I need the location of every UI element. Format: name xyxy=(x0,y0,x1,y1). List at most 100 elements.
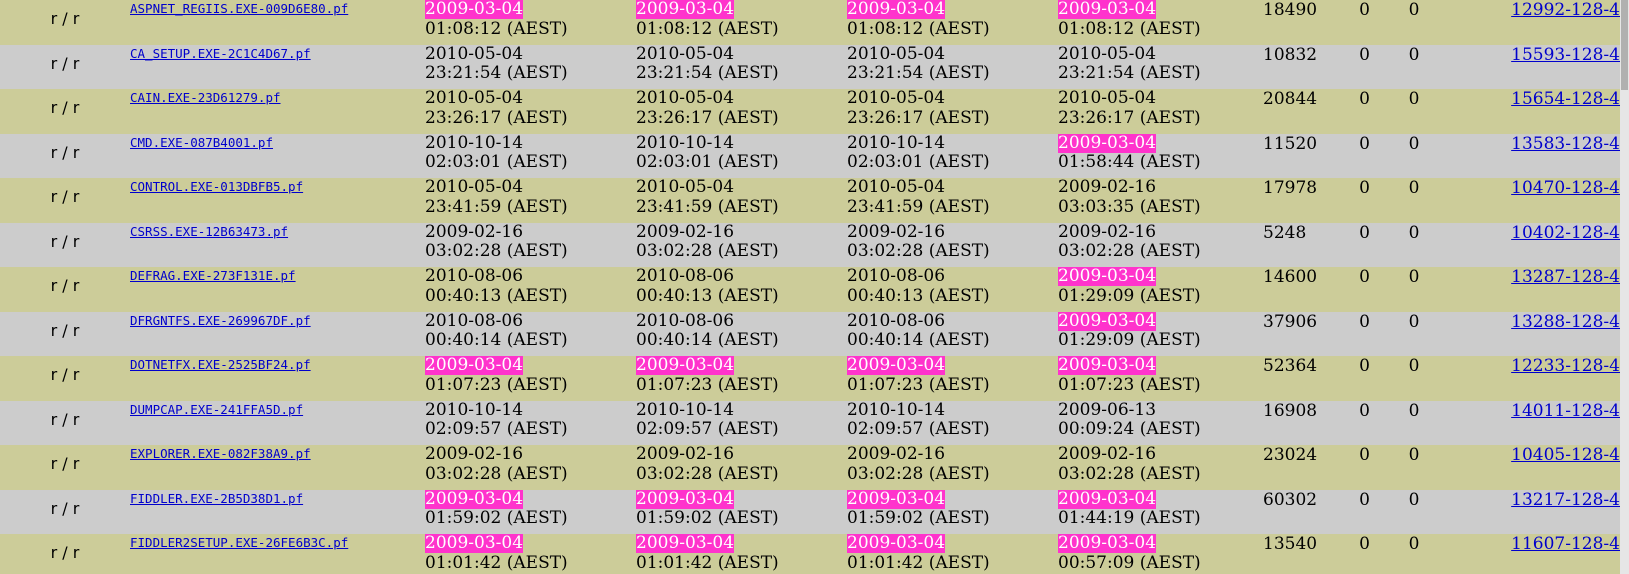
file-name-link[interactable]: DFRGNTFS.EXE-269967DF.pf xyxy=(130,313,311,328)
meta-link[interactable]: 13287-128-4 xyxy=(1511,267,1620,287)
file-name-link[interactable]: CONTROL.EXE-013DBFB5.pf xyxy=(130,179,303,194)
file-name-link[interactable]: DOTNETFX.EXE-2525BF24.pf xyxy=(130,357,311,372)
file-size-cell: 18490 xyxy=(1263,0,1318,20)
timestamp-date: 2010-05-04 xyxy=(1058,44,1157,64)
timestamp-date: 2009-06-13 xyxy=(1058,400,1157,420)
accessed-time-cell: 2009-02-16 03:02:28 (AEST) xyxy=(636,445,847,490)
file-type-cell: r / r xyxy=(50,53,80,73)
timestamp-time: 02:03:01 (AEST) xyxy=(636,152,779,172)
meta-link[interactable]: 13217-128-4 xyxy=(1511,490,1620,510)
timestamp-date: 2009-02-16 xyxy=(425,222,524,242)
timestamp-time: 01:44:19 (AEST) xyxy=(1058,508,1201,528)
timestamp-time: 01:59:02 (AEST) xyxy=(425,508,568,528)
changed-time-cell: 2009-02-16 03:02:28 (AEST) xyxy=(847,445,1058,490)
timestamp-time: 00:40:13 (AEST) xyxy=(425,285,568,306)
created-time-cell: 2009-03-04 01:08:12 (AEST) xyxy=(1058,0,1263,45)
changed-time-cell: 2010-05-04 23:26:17 (AEST) xyxy=(847,89,1058,134)
timestamp-date: 2010-10-14 xyxy=(425,400,524,420)
meta-link[interactable]: 10470-128-4 xyxy=(1511,178,1620,198)
file-size-cell: 5248 xyxy=(1263,222,1307,243)
timestamp-date: 2010-08-06 xyxy=(425,311,524,331)
meta-cell: 12233-128-4 xyxy=(1442,356,1620,401)
accessed-time-cell: 2009-03-04 01:59:02 (AEST) xyxy=(636,489,847,535)
table-row: r / r FIDDLER2SETUP.EXE-26FE6B3C.pf 2009-0… xyxy=(0,534,1620,574)
written-time-cell: 2009-03-04 01:01:42 (AEST) xyxy=(425,534,636,574)
timestamp-time: 02:03:01 (AEST) xyxy=(847,152,990,172)
timestamp-time: 23:41:59 (AEST) xyxy=(636,196,779,217)
uid-cell: 0 xyxy=(1359,534,1370,554)
file-name-link[interactable]: FIDDLER2SETUP.EXE-26FE6B3C.pf xyxy=(130,535,348,550)
timestamp-time: 01:01:42 (AEST) xyxy=(847,552,990,573)
written-time-cell: 2010-08-06 00:40:13 (AEST) xyxy=(425,267,636,312)
timestamp-time: 03:02:28 (AEST) xyxy=(1058,463,1201,484)
timestamp-date: 2010-10-14 xyxy=(636,133,735,153)
timestamp-time: 00:57:09 (AEST) xyxy=(1058,552,1201,573)
file-type-cell: r / r xyxy=(50,98,80,117)
file-name-cell: DOTNETFX.EXE-2525BF24.pf xyxy=(130,356,425,401)
uid-cell: 0 xyxy=(1359,133,1370,154)
file-name-link[interactable]: DUMPCAP.EXE-241FFA5D.pf xyxy=(130,402,303,417)
gid-cell: 0 xyxy=(1408,267,1420,287)
meta-link[interactable]: 10402-128-4 xyxy=(1511,223,1620,243)
file-name-link[interactable]: FIDDLER.EXE-2B5D38D1.pf xyxy=(130,491,303,506)
timestamp-date: 2009-03-04 xyxy=(1058,0,1157,19)
vertical-scrollbar[interactable] xyxy=(1620,0,1629,574)
timestamp-time: 02:09:57 (AEST) xyxy=(425,419,568,439)
meta-cell: 10470-128-4 xyxy=(1442,178,1620,223)
file-name-cell: CMD.EXE-087B4001.pf xyxy=(130,134,425,179)
created-time-cell: 2009-06-13 00:09:24 (AEST) xyxy=(1058,401,1263,446)
file-name-link[interactable]: CAIN.EXE-23D61279.pf xyxy=(130,90,281,105)
meta-link[interactable]: 15654-128-4 xyxy=(1511,89,1620,109)
file-type-cell: r / r xyxy=(50,142,80,162)
created-time-cell: 2010-05-04 23:26:17 (AEST) xyxy=(1058,89,1263,134)
uid-cell: 0 xyxy=(1359,489,1370,510)
accessed-time-cell: 2010-10-14 02:03:01 (AEST) xyxy=(636,134,847,179)
created-time-cell: 2010-05-04 23:21:54 (AEST) xyxy=(1058,45,1263,90)
file-name-link[interactable]: CMD.EXE-087B4001.pf xyxy=(130,135,273,150)
meta-link[interactable]: 13288-128-4 xyxy=(1511,312,1620,332)
timestamp-date: 2010-05-04 xyxy=(1058,89,1157,108)
uid-cell: 0 xyxy=(1359,222,1370,243)
file-name-link[interactable]: DEFRAG.EXE-273F131E.pf xyxy=(130,268,296,283)
meta-link[interactable]: 13583-128-4 xyxy=(1511,134,1620,154)
file-name-cell: DUMPCAP.EXE-241FFA5D.pf xyxy=(130,401,425,446)
timestamp-time: 01:59:02 (AEST) xyxy=(847,508,990,528)
table-row: r / r CAIN.EXE-23D61279.pf 2010-05-04 23:26… xyxy=(0,89,1620,134)
file-name-cell: ASPNET_REGIIS.EXE-009D6E80.pf xyxy=(130,0,425,45)
meta-link[interactable]: 12233-128-4 xyxy=(1511,356,1620,376)
meta-link[interactable]: 12992-128-4 xyxy=(1511,0,1620,20)
meta-link[interactable]: 14011-128-4 xyxy=(1511,401,1620,421)
meta-link[interactable]: 15593-128-4 xyxy=(1511,45,1620,65)
timestamp-time: 23:21:54 (AEST) xyxy=(1058,63,1201,83)
file-type-cell: r / r xyxy=(50,498,80,518)
file-type-cell: r / r xyxy=(50,365,80,384)
file-name-link[interactable]: ASPNET_REGIIS.EXE-009D6E80.pf xyxy=(130,1,348,16)
timestamp-date: 2010-08-06 xyxy=(636,311,735,331)
meta-cell: 13583-128-4 xyxy=(1442,134,1620,179)
meta-cell: 14011-128-4 xyxy=(1442,401,1620,446)
timestamp-time: 01:08:12 (AEST) xyxy=(847,18,990,39)
meta-cell: 13288-128-4 xyxy=(1442,312,1620,357)
table-row: r / r EXPLORER.EXE-082F38A9.pf 2009-02-16 0… xyxy=(0,445,1620,490)
timestamp-time: 03:02:28 (AEST) xyxy=(1058,241,1201,261)
file-name-link[interactable]: EXPLORER.EXE-082F38A9.pf xyxy=(130,446,311,461)
file-size-cell: 20844 xyxy=(1263,89,1318,109)
created-time-cell: 2009-03-04 01:44:19 (AEST) xyxy=(1058,489,1263,535)
written-time-cell: 2009-03-04 01:08:12 (AEST) xyxy=(425,0,636,45)
gid-cell: 0 xyxy=(1408,400,1420,421)
changed-time-cell: 2010-05-04 23:21:54 (AEST) xyxy=(847,45,1058,90)
meta-link[interactable]: 10405-128-4 xyxy=(1511,445,1620,465)
file-name-link[interactable]: CSRSS.EXE-12B63473.pf xyxy=(130,224,288,239)
timestamp-date: 2009-03-04 xyxy=(636,356,735,375)
meta-cell: 10402-128-4 xyxy=(1442,223,1620,268)
uid-cell: 0 xyxy=(1359,44,1370,65)
file-name-link[interactable]: CA_SETUP.EXE-2C1C4D67.pf xyxy=(130,46,311,61)
timestamp-date: 2010-05-04 xyxy=(425,89,524,108)
accessed-time-cell: 2010-05-04 23:26:17 (AEST) xyxy=(636,89,847,134)
scrollbar-thumb[interactable] xyxy=(1621,0,1628,90)
gid-cell: 0 xyxy=(1408,222,1420,243)
meta-link[interactable]: 11607-128-4 xyxy=(1511,534,1620,554)
timestamp-time: 23:21:54 (AEST) xyxy=(425,63,568,83)
meta-cell: 15593-128-4 xyxy=(1442,45,1620,90)
written-time-cell: 2010-10-14 02:03:01 (AEST) xyxy=(425,134,636,179)
